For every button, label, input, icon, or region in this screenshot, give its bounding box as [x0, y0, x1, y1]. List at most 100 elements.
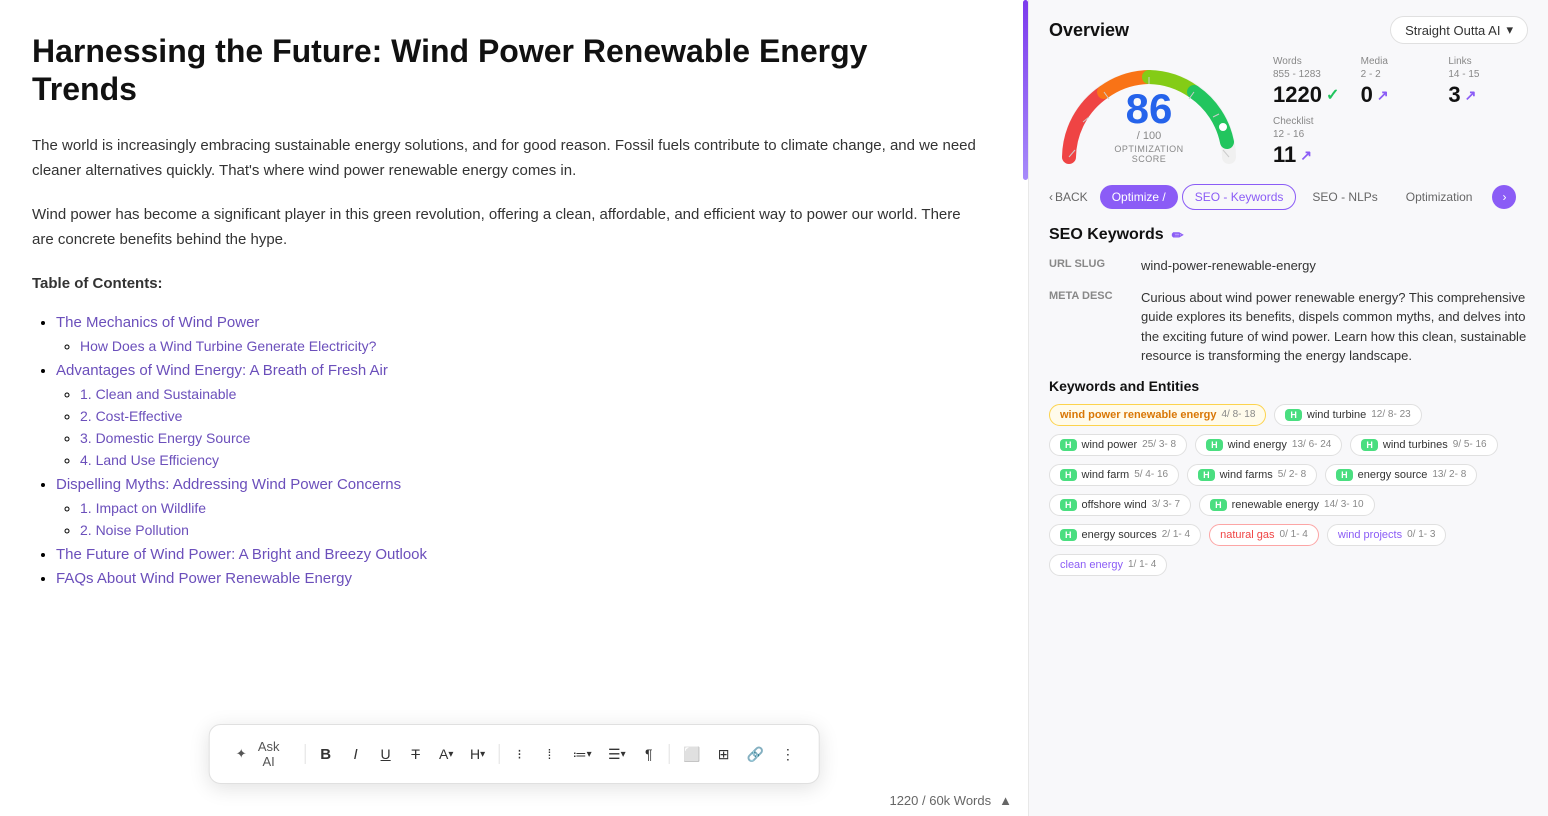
- keyword-wind-farms[interactable]: H wind farms 5/ 2- 8: [1187, 464, 1317, 486]
- panel-title: Overview: [1049, 20, 1129, 41]
- h-badge-5: H: [1060, 469, 1077, 481]
- keyword-offshore-wind[interactable]: H offshore wind 3/ 3- 7: [1049, 494, 1191, 516]
- straight-outta-button[interactable]: Straight Outta AI ▾: [1390, 16, 1528, 44]
- checklist-arrow-icon: ↗: [1300, 147, 1312, 164]
- h-badge-8: H: [1060, 499, 1077, 511]
- h-badge-6: H: [1198, 469, 1215, 481]
- toc-sublink-2-1[interactable]: 1. Clean and Sustainable: [80, 386, 236, 402]
- heading-button[interactable]: H ▾: [463, 740, 493, 768]
- keyword-wind-power[interactable]: H wind power 25/ 3- 8: [1049, 434, 1187, 456]
- font-size-button[interactable]: A ▾: [432, 740, 461, 768]
- keyword-wind-turbines[interactable]: H wind turbines 9/ 5- 16: [1350, 434, 1497, 456]
- back-button[interactable]: ‹ BACK: [1041, 185, 1096, 209]
- ordered-list-button[interactable]: ≔ ▾: [565, 740, 598, 769]
- url-slug-label: URL SLUG: [1049, 256, 1129, 270]
- keyword-energy-sources[interactable]: H energy sources 2/ 1- 4: [1049, 524, 1201, 546]
- toolbar-divider-2: [499, 744, 500, 764]
- words-check-icon: ✓: [1326, 85, 1339, 105]
- gauge-number: 86: [1099, 88, 1199, 130]
- h-badge-2: H: [1060, 439, 1077, 451]
- keyword-clean-energy[interactable]: clean energy 1/ 1- 4: [1049, 554, 1167, 576]
- checklist-value: 11 ↗: [1273, 142, 1353, 168]
- words-value: 1220 ✓: [1273, 82, 1353, 108]
- toc-item-2: Advantages of Wind Energy: A Breath of F…: [56, 362, 980, 470]
- unordered-list-button[interactable]: ☰ ▾: [601, 740, 633, 769]
- words-range: 855 - 1283: [1273, 69, 1353, 80]
- keyword-wind-energy[interactable]: H wind energy 13/ 6- 24: [1195, 434, 1342, 456]
- h-badge-3: H: [1206, 439, 1223, 451]
- word-count-toggle[interactable]: ▲: [999, 793, 1012, 808]
- seo-keywords-heading: SEO Keywords ✏: [1049, 226, 1528, 244]
- link-button[interactable]: 🔗: [740, 740, 772, 769]
- keyword-wind-power-renewable[interactable]: wind power renewable energy 4/ 8- 18: [1049, 404, 1266, 426]
- nav-scroll-right[interactable]: ›: [1492, 185, 1516, 209]
- word-count-bar: 1220 / 60k Words ▲: [889, 793, 1012, 808]
- toc-sublink-3-2[interactable]: 2. Noise Pollution: [80, 522, 189, 538]
- stat-checklist: Checklist 12 - 16 11 ↗: [1273, 116, 1353, 168]
- toc-item-5: FAQs About Wind Power Renewable Energy: [56, 570, 980, 588]
- toc-link-5[interactable]: FAQs About Wind Power Renewable Energy: [56, 570, 352, 587]
- h-badge-7: H: [1336, 469, 1353, 481]
- h-badge-9: H: [1210, 499, 1227, 511]
- toc-sublink-2-4[interactable]: 4. Land Use Efficiency: [80, 452, 219, 468]
- chevron-left-icon: ‹: [1049, 190, 1053, 204]
- editor-content[interactable]: Harnessing the Future: Wind Power Renewa…: [0, 0, 1028, 816]
- toc-link-3[interactable]: Dispelling Myths: Addressing Wind Power …: [56, 476, 401, 493]
- strikethrough-button[interactable]: T: [402, 740, 430, 768]
- keywords-heading: Keywords and Entities: [1049, 378, 1528, 394]
- keyword-wind-projects[interactable]: wind projects 0/ 1- 3: [1327, 524, 1447, 546]
- media-range: 2 - 2: [1361, 69, 1441, 80]
- tab-optimize[interactable]: Optimize /: [1100, 185, 1178, 209]
- toc-sublink-3-1[interactable]: 1. Impact on Wildlife: [80, 500, 206, 516]
- panel-body[interactable]: SEO Keywords ✏ URL SLUG wind-power-renew…: [1029, 218, 1548, 816]
- underline-button[interactable]: U: [372, 740, 400, 768]
- image-button[interactable]: ⬜: [676, 740, 708, 769]
- gauge-label: OPTIMIZATION SCORE: [1099, 144, 1199, 164]
- more-options-button[interactable]: ⋮: [774, 740, 803, 769]
- toc-link-1[interactable]: The Mechanics of Wind Power: [56, 314, 259, 331]
- keyword-natural-gas[interactable]: natural gas 0/ 1- 4: [1209, 524, 1319, 546]
- stat-links: Links 14 - 15 3 ↗: [1448, 56, 1528, 108]
- media-value: 0 ↗: [1361, 82, 1441, 108]
- toc-item-3: Dispelling Myths: Addressing Wind Power …: [56, 476, 980, 540]
- italic-button[interactable]: I: [342, 740, 370, 769]
- paragraph-2: Wind power has become a significant play…: [32, 202, 980, 253]
- panel-header: Overview Straight Outta AI ▾: [1029, 0, 1548, 52]
- keyword-wind-turbine[interactable]: H wind turbine 12/ 8- 23: [1274, 404, 1421, 426]
- align-left-button[interactable]: ⁝: [505, 740, 533, 769]
- gauge-section: 86 / 100 OPTIMIZATION SCORE Words 855 - …: [1029, 52, 1548, 184]
- paragraph-button[interactable]: ¶: [635, 740, 663, 768]
- toolbar-divider-3: [669, 744, 670, 764]
- toc-link-2[interactable]: Advantages of Wind Energy: A Breath of F…: [56, 362, 388, 379]
- align-center-button[interactable]: ⁞: [535, 740, 563, 768]
- bold-button[interactable]: B: [312, 740, 340, 769]
- toolbar-divider-1: [305, 744, 306, 764]
- formatting-toolbar: ✦ Ask AI B I U T A ▾ H ▾ ⁝ ⁞ ≔ ▾ ☰ ▾ ¶ ⬜…: [209, 724, 820, 784]
- toc-sublink-2-3[interactable]: 3. Domestic Energy Source: [80, 430, 250, 446]
- checklist-label: Checklist: [1273, 116, 1353, 127]
- keyword-renewable-energy[interactable]: H renewable energy 14/ 3- 10: [1199, 494, 1374, 516]
- url-slug-row: URL SLUG wind-power-renewable-energy: [1049, 256, 1528, 276]
- h-badge-1: H: [1285, 409, 1302, 421]
- gauge-score: 86 / 100 OPTIMIZATION SCORE: [1099, 88, 1199, 164]
- editor-area: Harnessing the Future: Wind Power Renewa…: [0, 0, 1028, 816]
- edit-icon[interactable]: ✏: [1172, 227, 1184, 244]
- ask-ai-button[interactable]: ✦ Ask AI: [226, 733, 295, 775]
- toc-sublink-2-2[interactable]: 2. Cost-Effective: [80, 408, 182, 424]
- tab-optimization[interactable]: Optimization: [1394, 185, 1485, 209]
- straight-outta-label: Straight Outta AI: [1405, 23, 1500, 38]
- nav-tabs: ‹ BACK Optimize / SEO - Keywords SEO - N…: [1029, 184, 1548, 218]
- toc-link-4[interactable]: The Future of Wind Power: A Bright and B…: [56, 546, 427, 563]
- word-count-value: 1220 / 60k Words: [889, 793, 991, 808]
- stat-words: Words 855 - 1283 1220 ✓: [1273, 56, 1353, 108]
- checklist-range: 12 - 16: [1273, 129, 1353, 140]
- table-button[interactable]: ⊞: [710, 740, 738, 769]
- keywords-grid: wind power renewable energy 4/ 8- 18 H w…: [1049, 404, 1528, 576]
- keyword-wind-farm[interactable]: H wind farm 5/ 4- 16: [1049, 464, 1179, 486]
- links-range: 14 - 15: [1448, 69, 1528, 80]
- url-slug-value: wind-power-renewable-energy: [1141, 256, 1316, 276]
- keyword-energy-source[interactable]: H energy source 13/ 2- 8: [1325, 464, 1477, 486]
- tab-seo-keywords[interactable]: SEO - Keywords: [1182, 184, 1297, 210]
- toc-sublink-1-1[interactable]: How Does a Wind Turbine Generate Electri…: [80, 338, 376, 354]
- tab-seo-nlps[interactable]: SEO - NLPs: [1300, 185, 1389, 209]
